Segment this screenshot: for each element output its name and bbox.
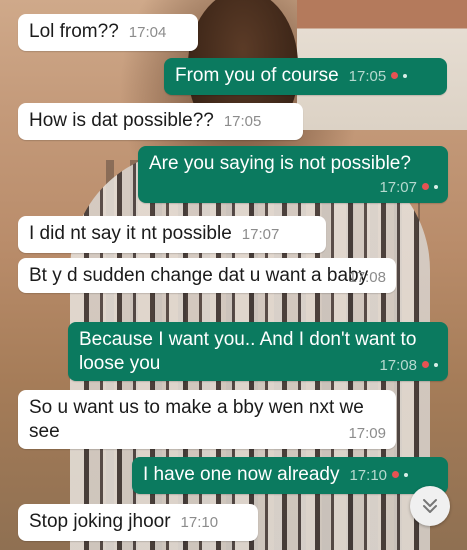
scroll-to-bottom-button[interactable] — [410, 486, 450, 526]
message-bubble-outgoing[interactable]: Are you saying is not possible? 17:07 — [138, 146, 448, 203]
message-status-icon — [392, 471, 400, 479]
message-time: 17:05 — [348, 68, 387, 85]
message-time: 17:05 — [223, 113, 262, 130]
message-text: From you of course — [175, 65, 339, 86]
message-bubble-outgoing[interactable]: Because I want you.. And I don't want to… — [68, 322, 448, 381]
message-text: I have one now already — [143, 464, 340, 485]
message-bubble-outgoing[interactable]: I have one now already 17:10 — [132, 457, 448, 494]
message-time: 17:07 — [379, 179, 417, 196]
message-text: Bt y d sudden change dat u want a baby — [29, 265, 369, 286]
message-bubble-incoming[interactable]: Stop joking jhoor 17:10 — [18, 504, 258, 541]
double-chevron-down-icon — [423, 499, 437, 513]
message-bubble-incoming[interactable]: How is dat possible?? 17:05 — [18, 103, 303, 140]
message-status-icon — [422, 183, 429, 191]
message-time: 17:08 — [379, 357, 417, 374]
message-bubble-incoming[interactable]: Bt y d sudden change dat u want a baby 1… — [18, 258, 396, 293]
message-text: Are you saying is not possible? — [149, 153, 411, 174]
message-time: 17:10 — [349, 467, 388, 484]
message-status-dot-icon — [403, 73, 408, 78]
message-status-dot-icon — [404, 472, 409, 477]
message-status-icon — [422, 361, 429, 369]
message-time: 17:07 — [241, 226, 280, 243]
message-bubble-incoming[interactable]: Lol from?? 17:04 — [18, 14, 198, 51]
message-status-dot-icon — [434, 362, 438, 367]
message-time: 17:09 — [348, 425, 386, 442]
message-bubble-outgoing[interactable]: From you of course 17:05 — [164, 58, 447, 95]
message-text: Lol from?? — [29, 21, 119, 42]
message-status-icon — [391, 72, 399, 80]
message-text: I did nt say it nt possible — [29, 223, 232, 244]
message-time: 17:04 — [128, 24, 167, 41]
message-bubble-incoming[interactable]: So u want us to make a bby wen nxt we se… — [18, 390, 396, 449]
chat-background: Lol from?? 17:04 From you of course 17:05 … — [0, 0, 467, 550]
message-time: 17:08 — [348, 269, 386, 286]
message-text: How is dat possible?? — [29, 110, 214, 131]
message-time: 17:10 — [180, 514, 219, 531]
message-text: Stop joking jhoor — [29, 511, 171, 532]
message-bubble-incoming[interactable]: I did nt say it nt possible 17:07 — [18, 216, 326, 253]
message-status-dot-icon — [434, 184, 438, 189]
